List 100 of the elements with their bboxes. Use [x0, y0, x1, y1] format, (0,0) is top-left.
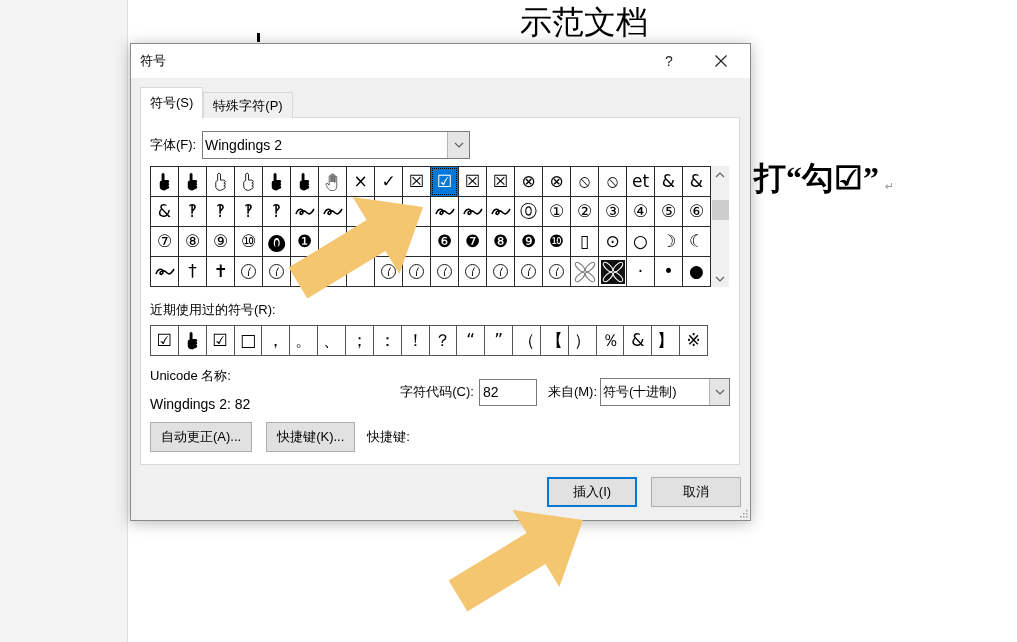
symbol-cell[interactable]: ▯ — [571, 227, 598, 256]
recent-symbol-cell[interactable]: 【 — [540, 326, 568, 355]
symbol-cell[interactable]: ⓪ — [515, 197, 542, 226]
recent-symbol-cell[interactable]: & — [624, 326, 652, 355]
dialog-title: 符号 — [140, 52, 166, 71]
symbol-cell[interactable]: ⑤ — [655, 197, 682, 226]
recent-symbol-cell[interactable]: ☑ — [206, 326, 234, 355]
from-dropdown[interactable]: 符号(十进制) — [600, 378, 730, 406]
document-heading: 示范文档 — [520, 6, 648, 38]
symbol-cell[interactable]: ② — [571, 197, 598, 226]
recent-symbol-cell[interactable]: “ — [457, 326, 485, 355]
symbol-cell[interactable]: ‽ — [263, 197, 290, 226]
symbol-cell[interactable]: ☒ — [403, 167, 430, 196]
clock-icon — [549, 264, 564, 279]
symbol-cell[interactable]: ❾ — [515, 227, 542, 256]
recent-symbol-cell[interactable] — [178, 326, 206, 355]
symbol-cell[interactable]: ❻ — [431, 227, 458, 256]
character-code-field[interactable]: 82 — [478, 378, 537, 406]
from-label: 来自(M): — [547, 383, 597, 402]
recent-symbol-cell[interactable]: 。 — [290, 326, 318, 355]
symbol-cell[interactable]: ⓿ — [263, 227, 290, 256]
symbol-cell[interactable]: ☑ — [431, 167, 458, 196]
recent-symbol-cell[interactable]: ☑ — [151, 326, 178, 355]
symbol-cell[interactable]: ❼ — [459, 227, 486, 256]
symbol-cell[interactable]: ⑨ — [207, 227, 234, 256]
symbol-cell[interactable]: ① — [543, 197, 570, 226]
symbol-cell[interactable]: ☒ — [487, 167, 514, 196]
recent-symbol-cell[interactable]: ※ — [680, 326, 707, 355]
recent-symbol-cell[interactable]: ： — [373, 326, 401, 355]
text-cursor — [257, 33, 260, 42]
clock-icon — [521, 264, 536, 279]
symbol-cell[interactable]: ❶ — [291, 227, 318, 256]
symbol-cell[interactable]: ‽ — [207, 197, 234, 226]
symbol-cell[interactable]: ④ — [627, 197, 654, 226]
symbol-cell[interactable]: ⑦ — [151, 227, 178, 256]
symbol-cell[interactable]: † — [179, 257, 206, 286]
scroll-down-icon[interactable] — [715, 274, 725, 283]
recent-symbol-cell[interactable]: ） — [568, 326, 596, 355]
symbol-cell[interactable]: ☽ — [655, 227, 682, 256]
recent-symbol-cell[interactable]: □ — [234, 326, 262, 355]
chevron-down-icon[interactable] — [714, 388, 725, 396]
recent-symbol-cell[interactable]: ？ — [429, 326, 457, 355]
symbol-cell[interactable] — [599, 257, 626, 286]
symbol-cell[interactable]: ☾ — [683, 227, 710, 256]
shortcut-key-button[interactable]: 快捷键(K)... — [266, 422, 356, 452]
symbol-cell[interactable]: ○ — [627, 227, 654, 256]
unicode-name-value: Wingdings 2: 82 — [150, 396, 251, 412]
symbol-cell[interactable]: ⦸ — [571, 167, 598, 196]
symbol-cell[interactable]: ‽ — [235, 197, 262, 226]
shortcut-label: 快捷键: — [367, 428, 410, 447]
pointing-hand-icon — [159, 172, 170, 191]
flower-icon — [572, 259, 597, 284]
recent-symbol-cell[interactable]: ， — [262, 326, 290, 355]
symbol-cell[interactable]: ☒ — [459, 167, 486, 196]
unicode-name-label: Unicode 名称: — [150, 368, 232, 384]
recent-symbol-cell[interactable]: ％ — [596, 326, 624, 355]
close-icon[interactable] — [715, 55, 727, 67]
insert-button[interactable]: 插入(I) — [547, 477, 637, 507]
symbol-cell[interactable]: ⦸ — [599, 167, 626, 196]
symbol-cell[interactable]: et — [627, 167, 654, 196]
clock-icon — [269, 264, 284, 279]
symbol-cell[interactable]: & — [655, 167, 682, 196]
autocorrect-button[interactable]: 自动更正(A)... — [150, 422, 253, 452]
symbol-cell[interactable]: • — [655, 257, 682, 286]
symbol-cell[interactable]: × — [347, 167, 374, 196]
recent-symbol-cell[interactable]: ； — [345, 326, 373, 355]
help-button[interactable]: ? — [654, 46, 684, 76]
tab[interactable]: 符号(S) — [140, 87, 204, 118]
resize-grip-icon[interactable] — [739, 509, 748, 518]
recent-symbol-cell[interactable]: ” — [485, 326, 513, 355]
font-dropdown[interactable]: Wingdings 2 — [202, 131, 470, 159]
recent-symbol-cell[interactable]: 、 — [318, 326, 345, 355]
symbol-cell[interactable]: & — [151, 197, 178, 226]
symbol-cell[interactable]: ✓ — [375, 167, 402, 196]
chevron-down-icon[interactable] — [453, 141, 464, 149]
symbol-cell[interactable]: ⑧ — [179, 227, 206, 256]
symbol-cell[interactable]: ⊗ — [543, 167, 570, 196]
symbol-cell[interactable]: ⑥ — [683, 197, 710, 226]
symbol-cell[interactable]: · — [627, 257, 654, 286]
symbol-cell[interactable]: ⊙ — [599, 227, 626, 256]
scrollbar-thumb[interactable] — [711, 200, 729, 220]
pointing-hand-icon — [186, 331, 198, 350]
symbol-cell[interactable]: ⊗ — [515, 167, 542, 196]
symbol-cell[interactable]: ‽ — [179, 197, 206, 226]
cancel-button[interactable]: 取消 — [651, 477, 741, 507]
recent-symbols-label: 近期使用过的符号(R): — [150, 301, 277, 319]
pointing-hand-icon — [215, 172, 226, 191]
document-text: 打“勾☑” — [754, 162, 879, 194]
recent-symbol-cell[interactable]: 】 — [652, 326, 680, 355]
symbol-cell[interactable]: ✝ — [207, 257, 234, 286]
symbol-cell[interactable]: & — [683, 167, 710, 196]
symbol-cell[interactable]: ⑩ — [235, 227, 262, 256]
tab[interactable]: 特殊字符(P) — [203, 92, 293, 118]
recent-symbol-cell[interactable]: ！ — [401, 326, 429, 355]
scroll-up-icon[interactable] — [715, 170, 725, 179]
symbol-cell[interactable]: ❽ — [487, 227, 514, 256]
symbol-cell[interactable]: ❿ — [543, 227, 570, 256]
recent-symbol-cell[interactable]: （ — [513, 326, 540, 355]
symbol-cell[interactable]: ③ — [599, 197, 626, 226]
symbol-cell[interactable]: ● — [683, 257, 710, 286]
